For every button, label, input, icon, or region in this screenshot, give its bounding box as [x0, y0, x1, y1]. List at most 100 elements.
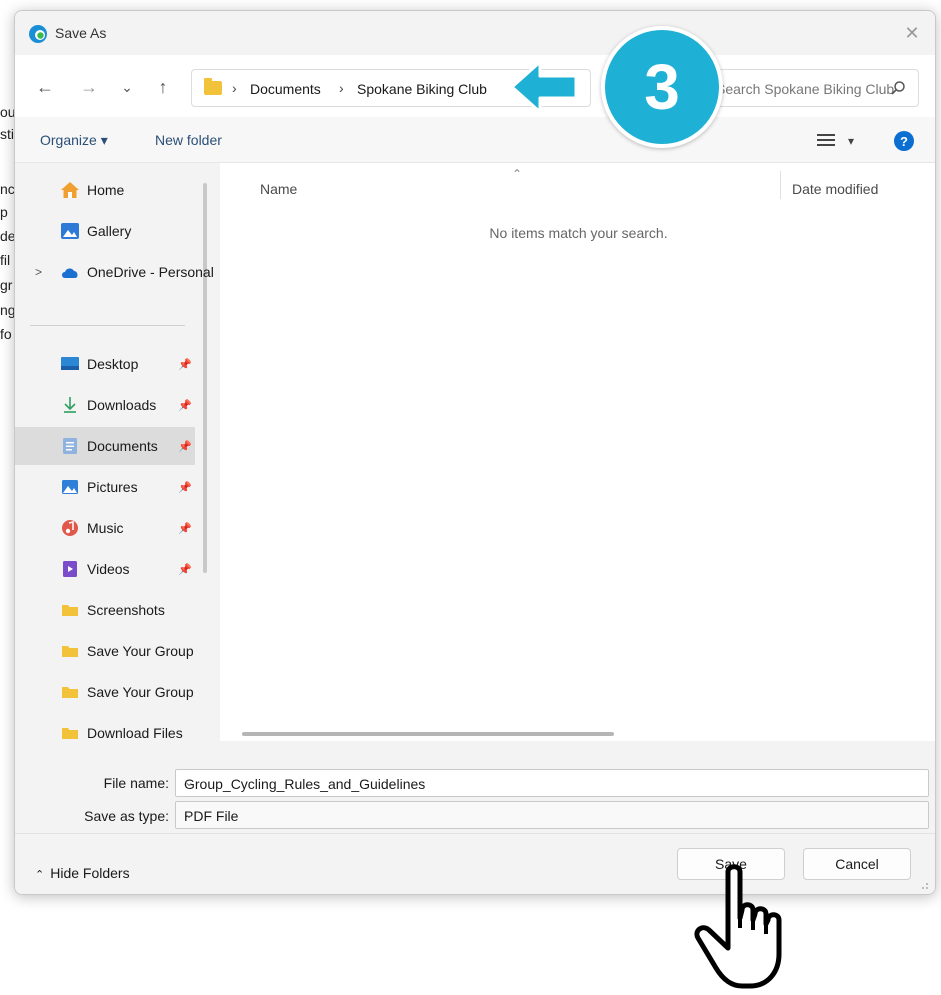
- step-number-badge: 3: [601, 26, 723, 148]
- pin-icon: 📌: [178, 358, 192, 371]
- desktop-icon: [60, 355, 80, 373]
- pictures-icon: [60, 478, 80, 496]
- arrow-up-icon: ↑: [158, 76, 168, 97]
- sidebar-item-save-your-group-1[interactable]: Save Your Group: [15, 632, 195, 670]
- forward-button[interactable]: →: [77, 75, 101, 99]
- sidebar-item-label: Downloads: [87, 397, 157, 413]
- hide-folders-label: Hide Folders: [50, 865, 130, 881]
- download-icon: [60, 396, 80, 414]
- sidebar-item-label: Download Files: [87, 725, 183, 741]
- background-text: gr: [0, 277, 13, 293]
- sidebar-item-label: Save Your Group: [87, 684, 194, 700]
- organize-button[interactable]: Organize ▾: [40, 132, 108, 149]
- title-bar: Save As ✕: [15, 11, 935, 55]
- documents-icon: [60, 437, 80, 455]
- search-placeholder: Search Spokane Biking Club: [716, 81, 895, 97]
- up-button[interactable]: ↑: [151, 75, 175, 99]
- folder-icon: [60, 642, 80, 660]
- breadcrumb-spokane-biking-club[interactable]: Spokane Biking Club: [357, 81, 487, 97]
- file-name-field[interactable]: Group_Cycling_Rules_and_Guidelines ⌄: [175, 769, 929, 797]
- hide-folders-button[interactable]: ⌃ Hide Folders: [35, 865, 130, 881]
- background-text: nc: [0, 181, 15, 197]
- pin-icon: 📌: [178, 440, 192, 453]
- background-text: sti: [0, 126, 14, 142]
- command-bar: Organize ▾ New folder ▾ ?: [15, 117, 935, 163]
- background-text: p: [0, 204, 8, 220]
- recent-locations-button[interactable]: ⌄: [115, 75, 139, 99]
- pin-icon: 📌: [178, 481, 192, 494]
- sidebar-item-documents[interactable]: Documents 📌: [15, 427, 195, 465]
- chevron-right-icon: ›: [232, 80, 237, 96]
- column-header-name[interactable]: Name: [260, 181, 297, 197]
- window-title: Save As: [55, 25, 107, 41]
- chevron-up-icon: ⌃: [35, 869, 45, 881]
- chevron-down-icon: ⌄: [184, 807, 195, 821]
- sidebar-item-label: Save Your Group: [87, 643, 194, 659]
- sidebar-item-screenshots[interactable]: Screenshots: [15, 591, 195, 629]
- address-row: ← → ⌄ ↑ › Documents › Spokane Biking Clu…: [15, 55, 935, 117]
- sidebar-item-save-your-group-2[interactable]: Save Your Group: [15, 673, 195, 711]
- gallery-icon: [60, 222, 80, 240]
- sidebar-item-videos[interactable]: Videos 📌: [15, 550, 195, 588]
- column-divider[interactable]: [780, 171, 781, 199]
- arrow-left-icon: ←: [36, 76, 54, 97]
- column-header-date-modified[interactable]: Date modified: [792, 181, 878, 197]
- resize-grip-icon[interactable]: [919, 880, 929, 890]
- edge-browser-icon: [29, 25, 47, 43]
- close-button[interactable]: ✕: [889, 11, 935, 55]
- sidebar-item-label: Home: [87, 182, 125, 198]
- pin-icon: 📌: [178, 522, 192, 535]
- sidebar-item-label: Videos: [87, 561, 130, 577]
- sidebar-item-download-files[interactable]: Download Files: [15, 714, 195, 741]
- view-options-icon[interactable]: [817, 133, 835, 147]
- pin-icon: 📌: [178, 563, 192, 576]
- breadcrumb-documents[interactable]: Documents: [250, 81, 321, 97]
- sidebar-item-downloads[interactable]: Downloads 📌: [15, 386, 195, 424]
- pointer-arrow-annotation: [510, 60, 578, 114]
- sidebar-item-gallery[interactable]: Gallery: [15, 212, 195, 250]
- sidebar-item-label: Documents: [87, 438, 158, 454]
- folder-icon: [60, 683, 80, 701]
- sidebar-item-pictures[interactable]: Pictures 📌: [15, 468, 195, 506]
- onedrive-icon: [60, 263, 80, 281]
- sort-ascending-icon: ⌃: [512, 167, 523, 181]
- file-list-pane[interactable]: ⌃ Name Date modified No items match your…: [220, 163, 935, 741]
- cancel-button[interactable]: Cancel: [803, 848, 911, 880]
- chevron-down-icon[interactable]: ⌄: [184, 775, 922, 789]
- folder-icon: [60, 724, 80, 741]
- folder-icon: [204, 78, 222, 95]
- sidebar-item-label: OneDrive - Personal: [87, 264, 214, 280]
- search-icon: [891, 81, 905, 95]
- divider: [30, 325, 185, 326]
- navigation-pane: Home Gallery > OneDrive - Personal Deskt…: [15, 163, 215, 741]
- help-icon[interactable]: ?: [894, 131, 914, 151]
- music-icon: [60, 519, 80, 537]
- sidebar-item-music[interactable]: Music 📌: [15, 509, 195, 547]
- navigation-scrollbar[interactable]: [203, 183, 207, 573]
- divider: [15, 833, 935, 834]
- back-button[interactable]: ←: [33, 75, 57, 99]
- view-dropdown-icon[interactable]: ▾: [848, 134, 854, 148]
- videos-icon: [60, 560, 80, 578]
- sidebar-item-onedrive[interactable]: > OneDrive - Personal: [15, 253, 214, 291]
- sidebar-item-label: Desktop: [87, 356, 139, 372]
- file-name-label: File name:: [103, 775, 169, 791]
- save-as-type-label: Save as type:: [84, 808, 169, 824]
- chevron-right-icon[interactable]: >: [35, 265, 42, 279]
- hand-pointer-icon: [694, 864, 782, 989]
- sidebar-item-label: Screenshots: [87, 602, 165, 618]
- pin-icon: 📌: [178, 399, 192, 412]
- close-icon: ✕: [904, 22, 920, 43]
- folder-icon: [60, 601, 80, 619]
- sidebar-item-home[interactable]: Home: [15, 171, 195, 209]
- chevron-down-icon: ⌄: [121, 78, 133, 95]
- chevron-right-icon: ›: [339, 80, 344, 96]
- save-as-dialog: Save As ✕ ← → ⌄ ↑ › Documents › Spokane …: [14, 10, 936, 895]
- horizontal-scrollbar[interactable]: [242, 732, 614, 736]
- save-as-type-select[interactable]: PDF File ⌄: [175, 801, 929, 829]
- sidebar-item-label: Music: [87, 520, 124, 536]
- sidebar-item-label: Pictures: [87, 479, 138, 495]
- arrow-right-icon: →: [80, 76, 98, 97]
- new-folder-button[interactable]: New folder: [155, 132, 222, 148]
- sidebar-item-desktop[interactable]: Desktop 📌: [15, 345, 195, 383]
